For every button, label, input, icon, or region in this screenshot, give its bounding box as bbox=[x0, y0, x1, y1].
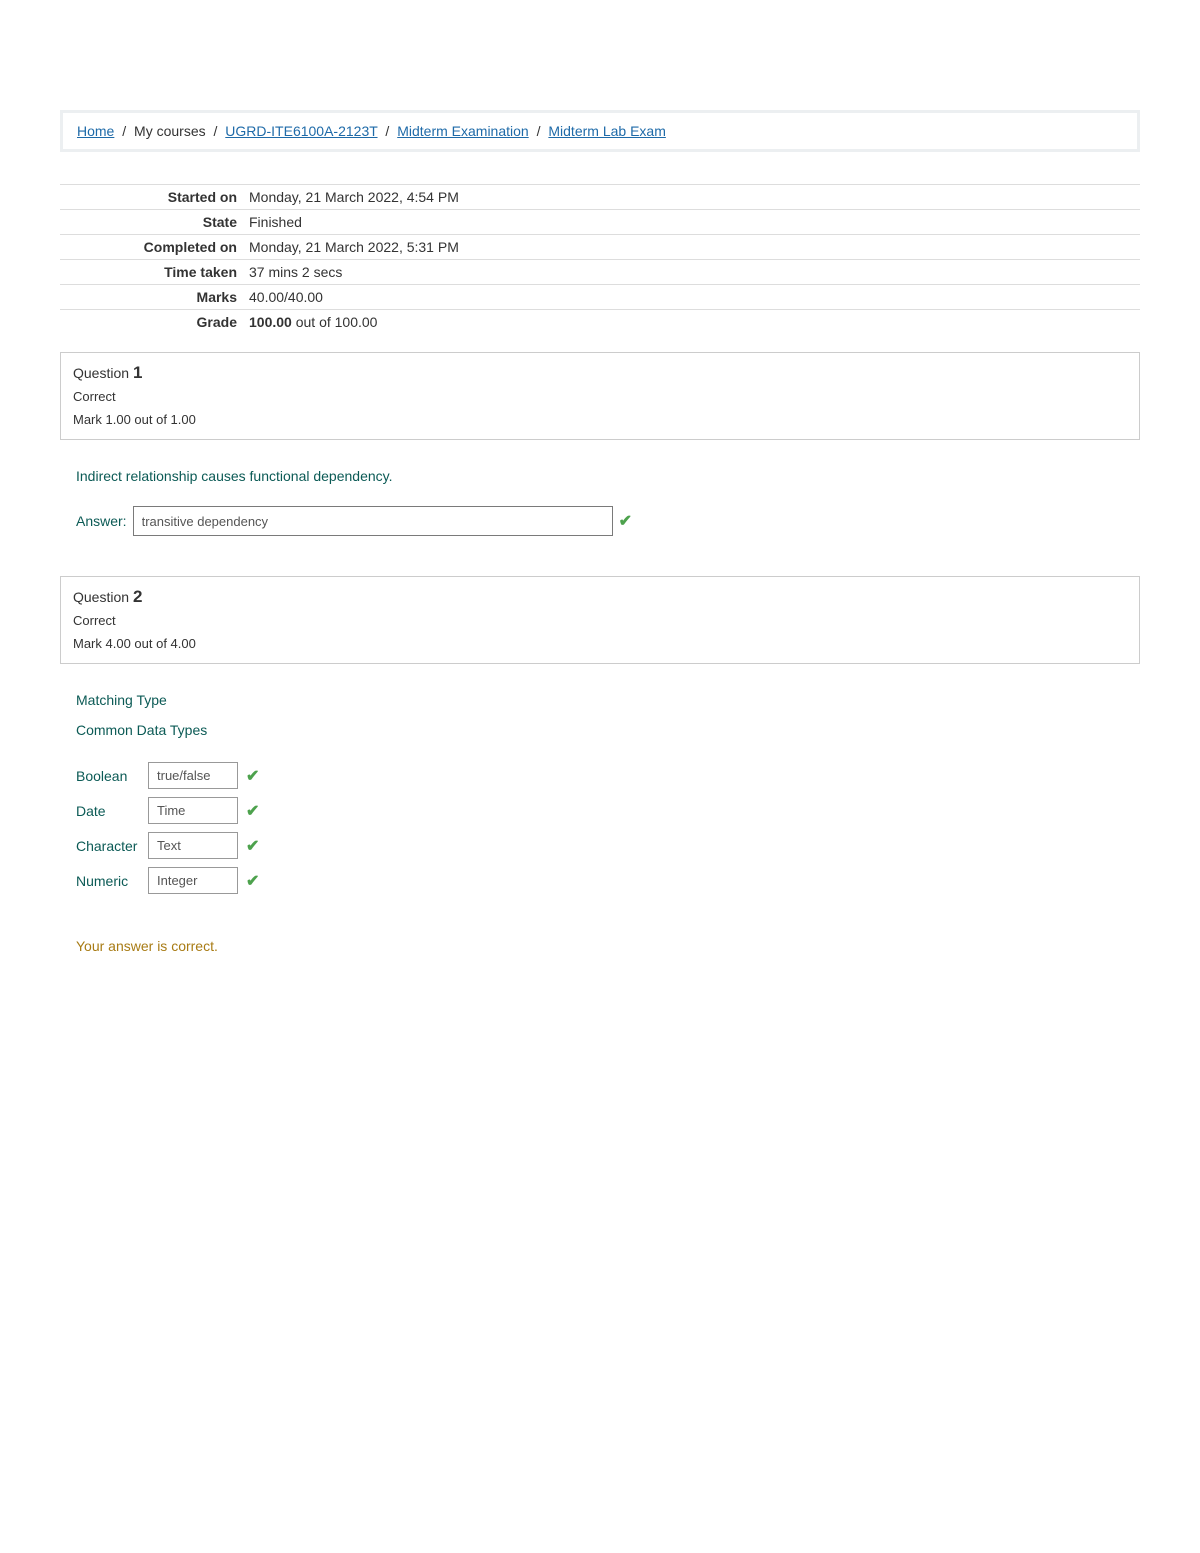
question-1-header: Question 1 Correct Mark 1.00 out of 1.00 bbox=[60, 352, 1140, 440]
summary-marks-label: Marks bbox=[60, 285, 245, 309]
summary-time-taken-value: 37 mins 2 secs bbox=[245, 260, 1140, 284]
breadcrumb-sep: / bbox=[385, 123, 393, 139]
breadcrumb-course-link[interactable]: UGRD-ITE6100A-2123T bbox=[225, 123, 377, 139]
question-1-prompt: Indirect relationship causes functional … bbox=[76, 468, 1140, 484]
summary-started-on-value: Monday, 21 March 2022, 4:54 PM bbox=[245, 185, 1140, 209]
summary-started-on-label: Started on bbox=[60, 185, 245, 209]
match-row-select[interactable]: true/false bbox=[148, 762, 238, 789]
match-row-label: Boolean bbox=[76, 768, 140, 784]
summary-grade-bold: 100.00 bbox=[249, 314, 292, 330]
question-2-status: Correct bbox=[73, 613, 1127, 628]
question-word: Question bbox=[73, 589, 133, 605]
attempt-summary: Started on Monday, 21 March 2022, 4:54 P… bbox=[60, 184, 1140, 334]
check-icon: ✔ bbox=[246, 766, 266, 786]
match-row-select[interactable]: Text bbox=[148, 832, 238, 859]
match-row-label: Numeric bbox=[76, 873, 140, 889]
breadcrumb: Home / My courses / UGRD-ITE6100A-2123T … bbox=[60, 110, 1140, 152]
summary-grade-label: Grade bbox=[60, 310, 245, 334]
breadcrumb-home-link[interactable]: Home bbox=[77, 123, 114, 139]
match-row-label: Character bbox=[76, 838, 140, 854]
summary-completed-on-value: Monday, 21 March 2022, 5:31 PM bbox=[245, 235, 1140, 259]
breadcrumb-mycourses: My courses bbox=[134, 123, 206, 139]
summary-time-taken-label: Time taken bbox=[60, 260, 245, 284]
question-1-body: Indirect relationship causes functional … bbox=[60, 468, 1140, 536]
breadcrumb-sep: / bbox=[537, 123, 545, 139]
check-icon: ✔ bbox=[619, 511, 632, 531]
summary-completed-on-label: Completed on bbox=[60, 235, 245, 259]
summary-grade-value: 100.00 out of 100.00 bbox=[245, 310, 1140, 334]
question-2-match-grid: Boolean true/false ✔ Date Time ✔ Charact… bbox=[76, 762, 1140, 894]
question-2-mark: Mark 4.00 out of 4.00 bbox=[73, 636, 1127, 651]
question-1-answer-input[interactable] bbox=[133, 506, 613, 536]
check-icon: ✔ bbox=[246, 836, 266, 856]
breadcrumb-sep: / bbox=[214, 123, 222, 139]
summary-state-label: State bbox=[60, 210, 245, 234]
summary-grade-rest: out of 100.00 bbox=[292, 314, 378, 330]
question-2-subtitle: Common Data Types bbox=[76, 722, 1140, 738]
question-2-header: Question 2 Correct Mark 4.00 out of 4.00 bbox=[60, 576, 1140, 664]
question-number: 1 bbox=[133, 363, 142, 382]
question-2-title: Matching Type bbox=[76, 692, 1140, 708]
question-2-body: Matching Type Common Data Types Boolean … bbox=[60, 692, 1140, 954]
question-1-answer-label: Answer: bbox=[76, 513, 127, 529]
question-word: Question bbox=[73, 365, 133, 381]
summary-state-value: Finished bbox=[245, 210, 1140, 234]
summary-marks-value: 40.00/40.00 bbox=[245, 285, 1140, 309]
question-number: 2 bbox=[133, 587, 142, 606]
match-row-label: Date bbox=[76, 803, 140, 819]
check-icon: ✔ bbox=[246, 871, 266, 891]
match-row-select[interactable]: Integer bbox=[148, 867, 238, 894]
breadcrumb-sep: / bbox=[122, 123, 130, 139]
match-row-select[interactable]: Time bbox=[148, 797, 238, 824]
question-1-mark: Mark 1.00 out of 1.00 bbox=[73, 412, 1127, 427]
breadcrumb-activity-link[interactable]: Midterm Lab Exam bbox=[548, 123, 665, 139]
question-1-status: Correct bbox=[73, 389, 1127, 404]
check-icon: ✔ bbox=[246, 801, 266, 821]
question-2-feedback: Your answer is correct. bbox=[76, 938, 1140, 954]
breadcrumb-section-link[interactable]: Midterm Examination bbox=[397, 123, 529, 139]
